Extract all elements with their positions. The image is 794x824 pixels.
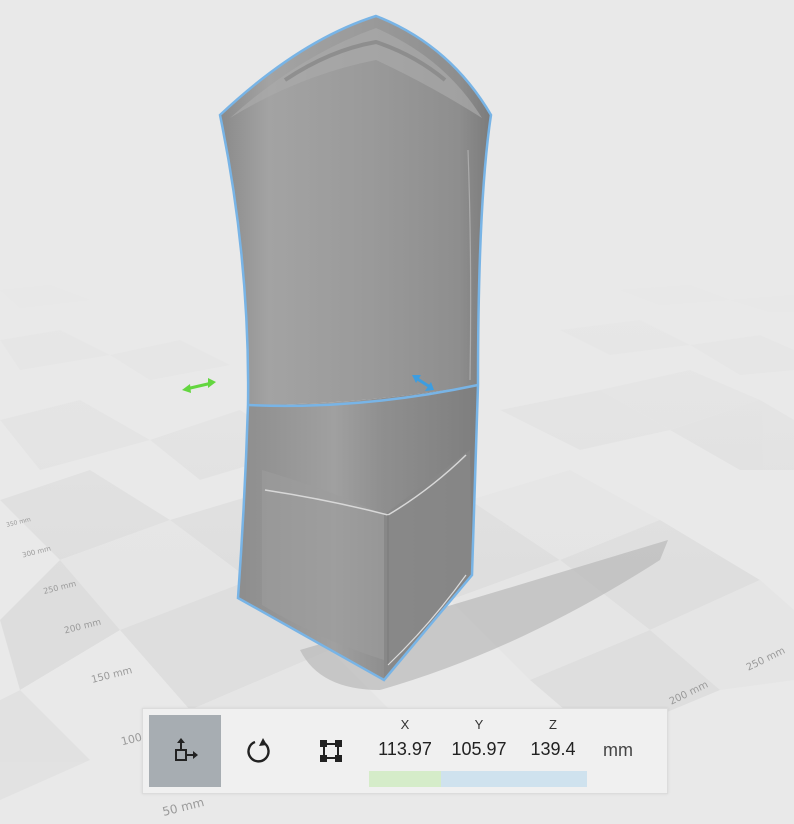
- scale-tool-button[interactable]: [295, 715, 367, 787]
- x-axis-bar: [369, 771, 441, 787]
- 3d-model[interactable]: [218, 14, 493, 682]
- x-dimension-value[interactable]: 113.97: [365, 739, 445, 760]
- x-axis-label: X: [400, 717, 410, 732]
- move-icon: [175, 738, 198, 761]
- y-dimension-value[interactable]: 105.97: [439, 739, 519, 760]
- transform-toolbar: X Y Z 113.97 105.97 139.4 mm: [142, 708, 668, 794]
- unit-label: mm: [603, 740, 633, 760]
- 3d-viewport[interactable]: 50 mm 100 150 mm 200 mm 250 mm 300 mm 35…: [0, 0, 794, 824]
- move-tool-button[interactable]: [149, 715, 221, 787]
- y-axis-label: Y: [474, 717, 484, 732]
- z-dimension-value[interactable]: 139.4: [513, 739, 593, 760]
- y-axis-bar: [441, 771, 587, 787]
- scale-icon: [320, 740, 342, 762]
- rotate-icon: [247, 738, 270, 763]
- rotate-tool-button[interactable]: [223, 715, 295, 787]
- z-axis-label: Z: [549, 717, 557, 732]
